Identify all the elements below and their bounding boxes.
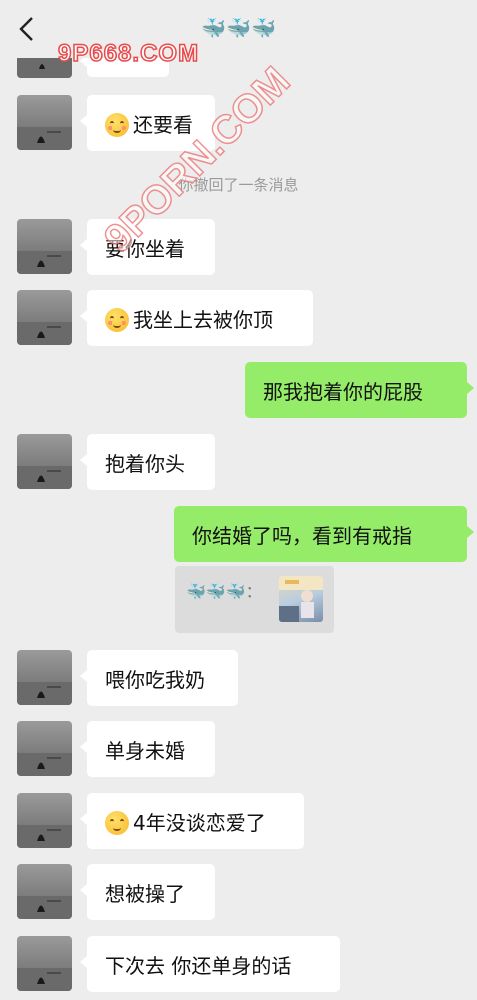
message-text: 下次去 你还单身的话 (105, 954, 292, 978)
quote-image-thumbnail[interactable] (279, 576, 323, 622)
message-text: 我坐上去被你顶 (133, 308, 273, 332)
blush-smile-emoji-icon (105, 308, 129, 332)
contact-avatar[interactable] (17, 936, 72, 991)
message-text: 还要看 (133, 113, 193, 137)
contact-avatar[interactable] (17, 434, 72, 489)
contact-avatar[interactable] (17, 95, 72, 150)
quoted-message[interactable]: 🐳🐳🐳： (175, 566, 334, 633)
message-text: 4年没谈恋爱了 (133, 811, 266, 835)
smile-emoji-icon (105, 811, 129, 835)
contact-avatar[interactable] (17, 290, 72, 345)
watermark-top: 9P668.COM (57, 39, 200, 68)
message-text: 想被操了 (105, 882, 185, 906)
recall-notice: 你撤回了一条消息 (178, 176, 299, 194)
message-bubble[interactable]: 抱着你头 (80, 434, 215, 490)
message-bubble[interactable]: 单身未婚 (80, 721, 215, 777)
contact-avatar[interactable] (17, 864, 72, 919)
message-bubble[interactable]: 下次去 你还单身的话 (80, 936, 340, 992)
message-text: 那我抱着你的屁股 (263, 380, 423, 404)
message-bubble[interactable]: 喂你吃我奶 (80, 650, 238, 706)
contact-avatar[interactable] (17, 219, 72, 274)
contact-avatar[interactable] (17, 650, 72, 705)
blush-smile-emoji-icon (105, 113, 129, 137)
message-text: 喂你吃我奶 (105, 668, 205, 692)
contact-avatar[interactable] (17, 721, 72, 776)
message-bubble-sent[interactable]: 那我抱着你的屁股 (245, 362, 474, 418)
message-bubble[interactable]: 想被操了 (80, 864, 215, 920)
message-text: 你结婚了吗，看到有戒指 (192, 524, 412, 548)
message-bubble[interactable]: 我坐上去被你顶 (80, 290, 313, 346)
contact-name[interactable]: 🐳🐳🐳 (0, 16, 477, 40)
message-bubble[interactable]: 4年没谈恋爱了 (80, 793, 304, 849)
message-text: 抱着你头 (105, 452, 185, 476)
message-bubble-sent[interactable]: 你结婚了吗，看到有戒指 (174, 506, 474, 562)
message-text: 单身未婚 (105, 739, 185, 763)
quote-sender: 🐳🐳🐳： (186, 582, 262, 601)
contact-avatar[interactable] (17, 793, 72, 848)
